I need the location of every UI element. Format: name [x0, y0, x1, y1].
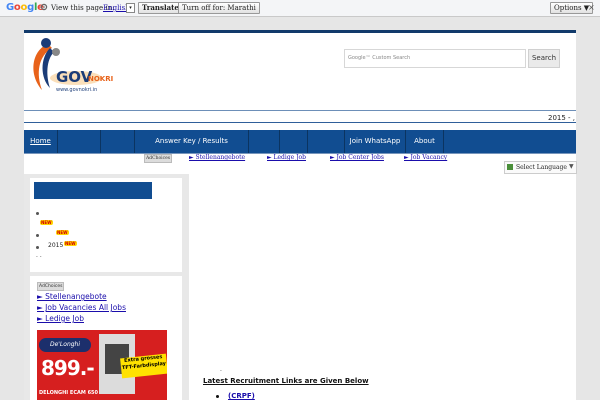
logo-nokri: NOKRI [88, 75, 113, 83]
adchoices-badge[interactable]: AdChoices [144, 154, 173, 163]
recruitment-link-crpf[interactable]: (CRPF) [228, 392, 255, 400]
banner-brand: De'Longhi [39, 338, 91, 352]
ad-link-job-center[interactable]: ► Job Center Jobs [330, 154, 384, 161]
ad-banner[interactable]: De'Longhi 899.- Extra grosses TFT-Farbdi… [37, 330, 167, 400]
nav-item-join-whatsapp[interactable]: Join WhatsApp [345, 130, 406, 153]
banner-caption: DELONGHI ECAM 650 [39, 390, 99, 396]
chevron-down-icon: ▼ [569, 163, 574, 170]
site-logo[interactable]: GOV NOKRI www.govnokri.in [26, 34, 116, 98]
list-bullet [216, 395, 219, 398]
new-badge: NEW [64, 241, 77, 246]
sidebar-ads-body: AdChoices ► Stellenangebote ► Job Vacanc… [30, 276, 182, 400]
turn-off-button[interactable]: Turn off for: Marathi [178, 2, 260, 14]
content-dot: . [220, 366, 222, 373]
ad-link-job-vacancies[interactable]: ► Job Vacancies All Jobs [37, 303, 126, 312]
list-bullet [36, 234, 39, 237]
sidebar-ads: AdChoices ► Stellenangebote ► Job Vacanc… [24, 276, 189, 400]
page-container: GOV NOKRI www.govnokri.in Google™ Custom… [24, 30, 577, 400]
nav-item-blank-1[interactable] [58, 130, 101, 153]
options-button[interactable]: Options ▼ [550, 2, 594, 14]
nav-item-blank-4[interactable] [249, 130, 280, 153]
banner-tag: Extra grosses TFT-Farbdisplay [120, 353, 167, 379]
latest-links-heading: Latest Recruitment Links are Given Below [203, 377, 369, 385]
translate-icon [507, 164, 513, 170]
logo-url: www.govnokri.in [56, 87, 97, 93]
ad-link-stellenangebote[interactable]: ► Stellenangebote [189, 154, 245, 161]
sidebar-widget-body: NEW NEW 2015 NEW . . [30, 178, 182, 272]
adchoices-badge[interactable]: AdChoices [37, 282, 65, 291]
top-divider [24, 30, 576, 33]
nav-item-about[interactable]: About [406, 130, 444, 153]
nav-item-blank-5[interactable] [280, 130, 308, 153]
search-input[interactable]: Google™ Custom Search [344, 49, 526, 68]
list-bullet [36, 246, 39, 249]
list-item-trailing: . . [36, 252, 42, 259]
news-ticker[interactable]: 2015 - , [548, 114, 575, 122]
nav-item-blank-6[interactable] [308, 130, 345, 153]
translate-button[interactable]: Translate [138, 2, 183, 14]
translate-bar: Google View this page in: English ▾ Tran… [0, 0, 600, 17]
select-language-label: Select Language [516, 164, 567, 171]
ad-link-ledige-job[interactable]: ► Ledige Job [37, 314, 84, 323]
close-icon[interactable]: × [588, 3, 595, 12]
list-item-year[interactable]: 2015 [48, 242, 63, 249]
google-logo: Google [6, 2, 44, 13]
banner-price: 899.- [41, 356, 95, 380]
ticker-divider [24, 122, 576, 123]
sidebar-widget: NEW NEW 2015 NEW . . [24, 174, 189, 276]
list-bullet [36, 212, 39, 215]
header-divider [24, 110, 576, 111]
sidebar-widget-header [34, 182, 152, 199]
ad-link-ledige-job[interactable]: ► Ledige Job [267, 154, 306, 161]
ad-link-stellenangebote[interactable]: ► Stellenangebote [37, 292, 107, 301]
nav-item-answer-key-results[interactable]: Answer Key / Results [135, 130, 249, 153]
gear-icon[interactable] [40, 3, 48, 11]
nav-item-blank-2[interactable] [101, 130, 135, 153]
nav-item-home[interactable]: Home [24, 130, 58, 153]
chevron-down-icon[interactable]: ▾ [126, 3, 135, 13]
new-badge: NEW [56, 230, 69, 235]
new-badge: NEW [40, 220, 53, 225]
search-button[interactable]: Search [528, 49, 560, 68]
search-placeholder: Google™ Custom Search [348, 55, 411, 61]
ad-link-job-vacancy[interactable]: ► Job Vacancy [404, 154, 447, 161]
main-nav: Home Answer Key / Results Join WhatsApp Abo… [24, 130, 576, 153]
select-language-dropdown[interactable]: Select Language ▼ [504, 161, 577, 174]
